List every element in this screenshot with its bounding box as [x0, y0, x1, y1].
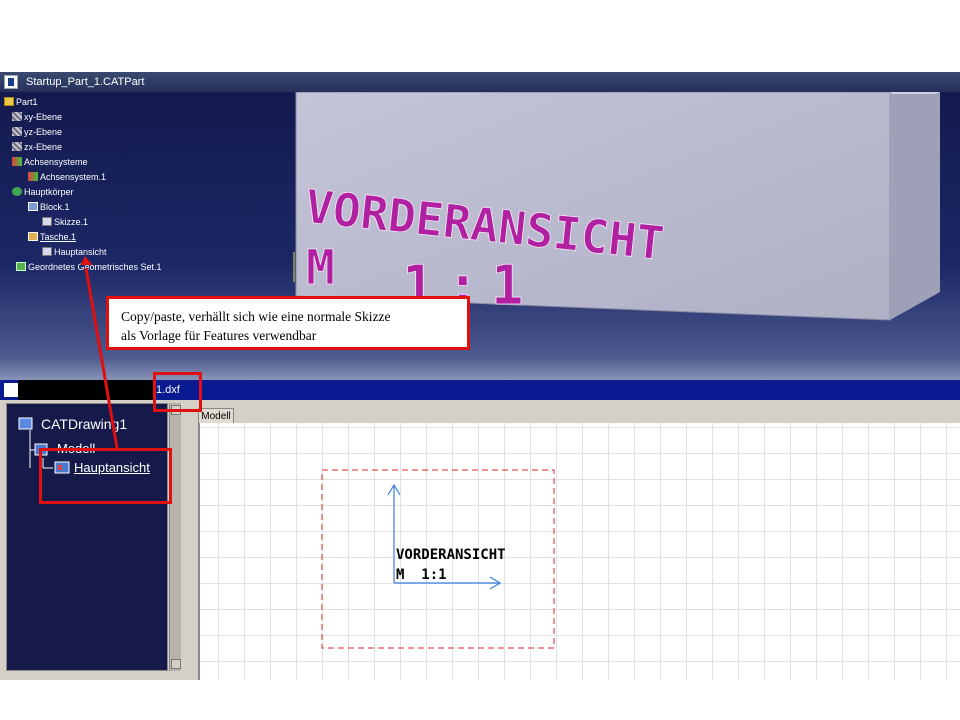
tree-item-yz-ebene[interactable]: yz-Ebene [4, 125, 162, 140]
tree-item-hauptkoerper[interactable]: Hauptkörper [4, 185, 162, 200]
tree-item-block-1[interactable]: Block.1 [4, 200, 162, 215]
tree-item-geometrical-set[interactable]: Geordnetes Geometrisches Set.1 [4, 260, 162, 275]
sketch-icon [42, 217, 52, 226]
view-text-scale: M 1:1 [396, 567, 447, 583]
tree-item-catdrawing1[interactable]: CATDrawing1 [41, 416, 127, 432]
body-icon [12, 187, 22, 196]
tree-label: yz-Ebene [24, 127, 63, 137]
part-window-titlebar[interactable]: Startup_Part_1.CATPart [0, 72, 960, 92]
tree-item-achsensystem-1[interactable]: Achsensystem.1 [4, 170, 162, 185]
tree-item-achsensysteme[interactable]: Achsensysteme [4, 155, 162, 170]
annotation-line-2: als Vorlage für Features verwendbar [121, 328, 317, 343]
scroll-down-arrow[interactable] [171, 659, 181, 669]
drawing-window: 1.dxf CATDrawing1 Modell Hauptansicht Mo… [0, 380, 960, 680]
geometrical-set-icon [16, 262, 26, 271]
block-top-edge [890, 92, 940, 94]
drawing-sheet[interactable]: VORDERANSICHT M 1:1 [198, 423, 960, 680]
annotation-line-1: Copy/paste, verhällt sich wie eine norma… [121, 309, 391, 324]
catia-window-icon[interactable] [4, 383, 18, 397]
sketch-icon [42, 247, 52, 256]
highlight-box-hauptansicht [39, 448, 172, 504]
plane-icon [12, 142, 22, 151]
pocket-icon [28, 232, 38, 241]
tree-label: Achsensystem.1 [40, 172, 107, 182]
plane-icon [12, 112, 22, 121]
part-specification-tree: Part1 xy-Ebene yz-Ebene zx-Ebene Achsens… [4, 95, 162, 275]
tree-item-hauptansicht[interactable]: Hauptansicht [4, 245, 162, 260]
tree-label: Geordnetes Geometrisches Set.1 [28, 262, 162, 272]
tree-label: Skizze.1 [54, 217, 89, 227]
tree-item-xy-ebene[interactable]: xy-Ebene [4, 110, 162, 125]
tree-item-tasche-1[interactable]: Tasche.1 [4, 230, 162, 245]
block-side-face [890, 92, 940, 320]
plane-icon [12, 127, 22, 136]
annotation-callout: Copy/paste, verhällt sich wie eine norma… [106, 296, 470, 350]
drawing-window-titlebar[interactable]: 1.dxf [0, 380, 960, 400]
pad-icon [28, 202, 38, 211]
highlight-box-title [153, 372, 202, 412]
tree-label: Hauptkörper [24, 187, 74, 197]
tree-label: zx-Ebene [24, 142, 63, 152]
tree-item-part1[interactable]: Part1 [4, 95, 162, 110]
tree-scrollbar[interactable] [169, 403, 181, 671]
tree-label: Part1 [16, 97, 38, 107]
drawing-specification-tree: CATDrawing1 Modell Hauptansicht [6, 403, 168, 671]
part-window-title: Startup_Part_1.CATPart [26, 76, 145, 88]
axis-system-icon [28, 172, 38, 181]
tree-item-skizze-1[interactable]: Skizze.1 [4, 215, 162, 230]
catia-window-icon[interactable] [4, 75, 18, 89]
part-icon [4, 97, 14, 106]
view-text-vorderansicht: VORDERANSICHT [396, 547, 506, 563]
tree-item-zx-ebene[interactable]: zx-Ebene [4, 140, 162, 155]
tree-label: Tasche.1 [40, 232, 77, 242]
tree-label: xy-Ebene [24, 112, 63, 122]
tree-label: Hauptansicht [54, 247, 107, 257]
tree-label: Block.1 [40, 202, 70, 212]
title-redaction [18, 380, 154, 400]
drawing-view-graphics: VORDERANSICHT M 1:1 [321, 469, 555, 649]
axis-systems-icon [12, 157, 22, 166]
engraved-text-m: M [306, 240, 335, 296]
tree-label: Achsensysteme [24, 157, 88, 167]
sheet-tab-modell[interactable]: Modell [198, 408, 234, 424]
